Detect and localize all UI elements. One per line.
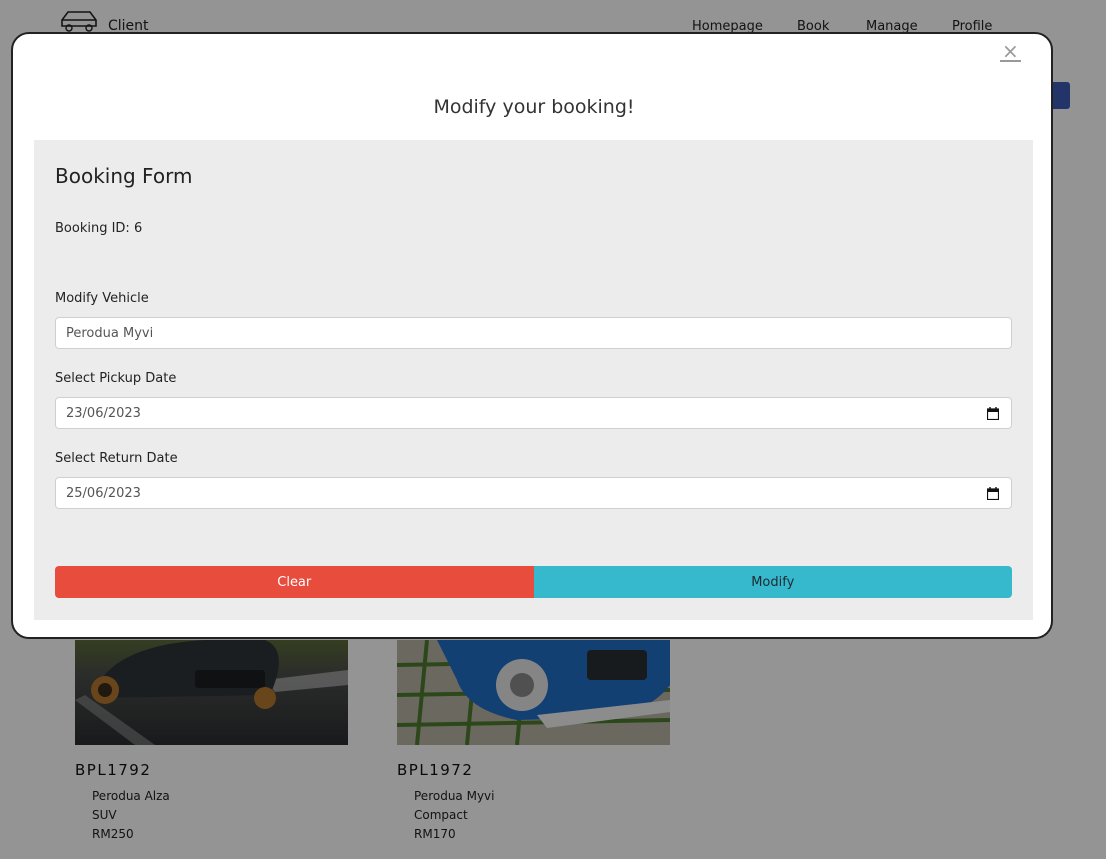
pickup-date-value: 23/06/2023 [66,405,141,421]
form-heading: Booking Form [55,164,193,188]
vehicle-select[interactable]: Perodua Myvi [55,317,1012,349]
clear-button[interactable]: Clear [55,566,534,598]
close-icon[interactable]: × [1000,41,1021,62]
form-actions: Clear Modify [55,566,1012,598]
calendar-icon[interactable] [986,487,1000,504]
modal-title: Modify your booking! [433,96,635,118]
pickup-date-input[interactable]: 23/06/2023 [55,397,1012,429]
booking-form: Booking Form Booking ID: 6 Modify Vehicl… [34,140,1033,620]
modify-button[interactable]: Modify [533,566,1012,598]
vehicle-value: Perodua Myvi [66,325,154,341]
vehicle-label: Modify Vehicle [55,291,149,306]
return-date-label: Select Return Date [55,451,178,466]
calendar-icon[interactable] [986,407,1000,424]
return-date-input[interactable]: 25/06/2023 [55,477,1012,509]
modify-booking-modal: × Modify your booking! Booking Form Book… [11,32,1053,639]
booking-id: Booking ID: 6 [55,221,143,236]
pickup-date-label: Select Pickup Date [55,371,177,386]
return-date-value: 25/06/2023 [66,485,141,501]
